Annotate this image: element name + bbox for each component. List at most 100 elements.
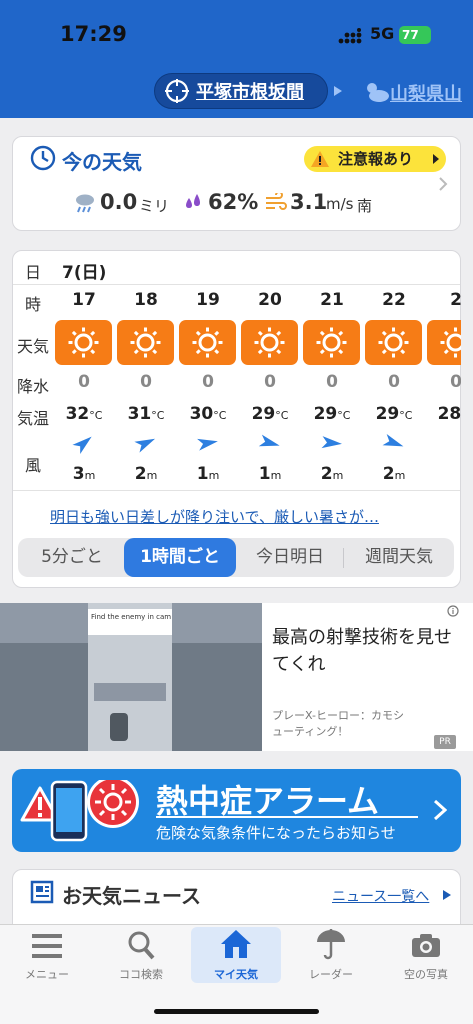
- forecast-rain: 0: [140, 372, 152, 392]
- warning-label: 注意報あり: [338, 150, 414, 168]
- location-target-icon: [165, 79, 189, 103]
- ad-sponsor: プレーX-ヒーロー：カモシューティング！: [272, 709, 404, 738]
- wind-unit: m: [84, 469, 96, 482]
- home-indicator: [154, 1009, 319, 1014]
- wind-unit: m: [270, 469, 282, 482]
- tab-sky-photos[interactable]: 空の写真: [381, 924, 471, 986]
- forecast-wind: 2m: [301, 464, 363, 484]
- cellular-signal-icon: [338, 28, 362, 44]
- row-label-hour: 時: [24, 295, 41, 314]
- tab-radar[interactable]: レーダー: [286, 924, 376, 986]
- wind-unit: m/s: [326, 195, 354, 213]
- rain-unit: ミリ: [139, 197, 170, 215]
- battery-level: 77: [402, 28, 419, 42]
- chevron-right-icon: [433, 154, 439, 164]
- temp-value: 29: [313, 404, 338, 424]
- sun-icon: [117, 320, 174, 365]
- forecast-hour: 20: [258, 290, 282, 310]
- clock-icon: [30, 145, 56, 171]
- banner-subtitle: 危険な気象条件になったらお知らせ: [156, 824, 396, 842]
- forecast-wind: 3m: [53, 464, 115, 484]
- wind-speed: 2: [134, 464, 147, 484]
- forecast-wind: 2m: [363, 464, 425, 484]
- chevron-right-icon: [433, 799, 447, 821]
- wind-direction-arrow-icon: [239, 433, 301, 457]
- current-location-name[interactable]: 平塚市根坂間: [196, 78, 304, 104]
- ad-pr-badge: PR: [434, 735, 456, 749]
- divider: [13, 490, 460, 491]
- temp-unit: °C: [151, 409, 165, 422]
- ad-info-icon[interactable]: [447, 605, 459, 617]
- forecast-summary-link[interactable]: 明日も強い日差しが降り注いで、厳しい暑さが…: [50, 506, 379, 527]
- rain-cloud-icon: [76, 194, 94, 213]
- newspaper-icon: [30, 880, 54, 904]
- tab-today-tomorrow[interactable]: 今日明日: [236, 538, 344, 577]
- temp-unit: °C: [275, 409, 289, 422]
- wind-direction-arrow-icon: [363, 433, 425, 457]
- wind-value: 3.1: [290, 190, 328, 214]
- tab-hourly[interactable]: 1時間ごと: [124, 538, 236, 577]
- forecast-hour: 22: [382, 290, 406, 310]
- forecast-rain: 0: [388, 372, 400, 392]
- wind-speed: 1: [196, 464, 209, 484]
- forecast-temp: 29°C: [363, 404, 425, 424]
- forecast-temp: 32°C: [53, 404, 115, 424]
- warning-triangle-icon: [311, 151, 329, 167]
- wind-speed: 1: [258, 464, 271, 484]
- camera-icon: [412, 934, 440, 957]
- forecast-temp: 30°C: [177, 404, 239, 424]
- row-label-weather: 天気: [16, 337, 49, 356]
- card-chevron-icon: [439, 177, 448, 191]
- ad-headline[interactable]: 最高の射撃技術を見せてくれ: [272, 624, 462, 678]
- tab-menu[interactable]: メニュー: [2, 924, 92, 986]
- sun-cloud-icon: [367, 83, 389, 102]
- forecast-rain: 0: [202, 372, 214, 392]
- news-list-link[interactable]: ニュース一覧へ: [332, 886, 429, 906]
- humidity-value: 62%: [208, 190, 259, 214]
- forecast-rain: 0: [326, 372, 338, 392]
- temp-value: 28: [437, 404, 462, 424]
- forecast-rain: 0: [264, 372, 276, 392]
- wind-direction-arrow-icon: [53, 433, 115, 457]
- sun-icon: [179, 320, 236, 365]
- tab-label: 空の写真: [404, 968, 448, 981]
- card-edge: [461, 252, 473, 488]
- wind-unit: m: [208, 469, 220, 482]
- wind-speed: 3: [72, 464, 85, 484]
- tab-5min[interactable]: 5分ごと: [20, 538, 124, 577]
- forecast-temp: 29°C: [239, 404, 301, 424]
- row-label-day: 日: [24, 263, 41, 282]
- temp-value: 32: [65, 404, 90, 424]
- current-weather-title: 今の天気: [62, 150, 142, 174]
- search-icon: [128, 931, 155, 960]
- tab-my-weather[interactable]: マイ天気: [191, 924, 281, 986]
- menu-icon: [32, 934, 62, 958]
- tab-label: マイ天気: [214, 968, 258, 981]
- forecast-temp: 31°C: [115, 404, 177, 424]
- tab-search[interactable]: ココ検索: [96, 924, 186, 986]
- temp-value: 30: [189, 404, 214, 424]
- forecast-hour: 17: [72, 290, 96, 310]
- tab-weekly[interactable]: 週間天気: [344, 538, 454, 577]
- play-right-icon: [443, 890, 451, 900]
- play-right-icon: [334, 86, 342, 96]
- temp-unit: °C: [399, 409, 413, 422]
- wind-speed: 2: [382, 464, 395, 484]
- ad-image[interactable]: Find the enemy in camouflage!: [0, 603, 262, 751]
- wind-direction-arrow-icon: [177, 433, 239, 457]
- wind-direction: 南: [357, 197, 373, 215]
- status-time: 17:29: [60, 22, 127, 46]
- battery-icon: 77: [399, 26, 431, 44]
- next-location-name[interactable]: 山梨県山: [390, 80, 473, 106]
- forecast-date: 7(日): [62, 263, 107, 283]
- temp-value: 31: [127, 404, 152, 424]
- forecast-wind: 1m: [239, 464, 301, 484]
- forecast-rain: 0: [78, 372, 90, 392]
- sun-icon: [365, 320, 422, 365]
- news-title: お天気ニュース: [62, 884, 201, 908]
- temp-unit: °C: [337, 409, 351, 422]
- tab-label: メニュー: [25, 968, 69, 981]
- sun-icon: [241, 320, 298, 365]
- row-label-rain: 降水: [16, 377, 49, 396]
- temp-value: 29: [375, 404, 400, 424]
